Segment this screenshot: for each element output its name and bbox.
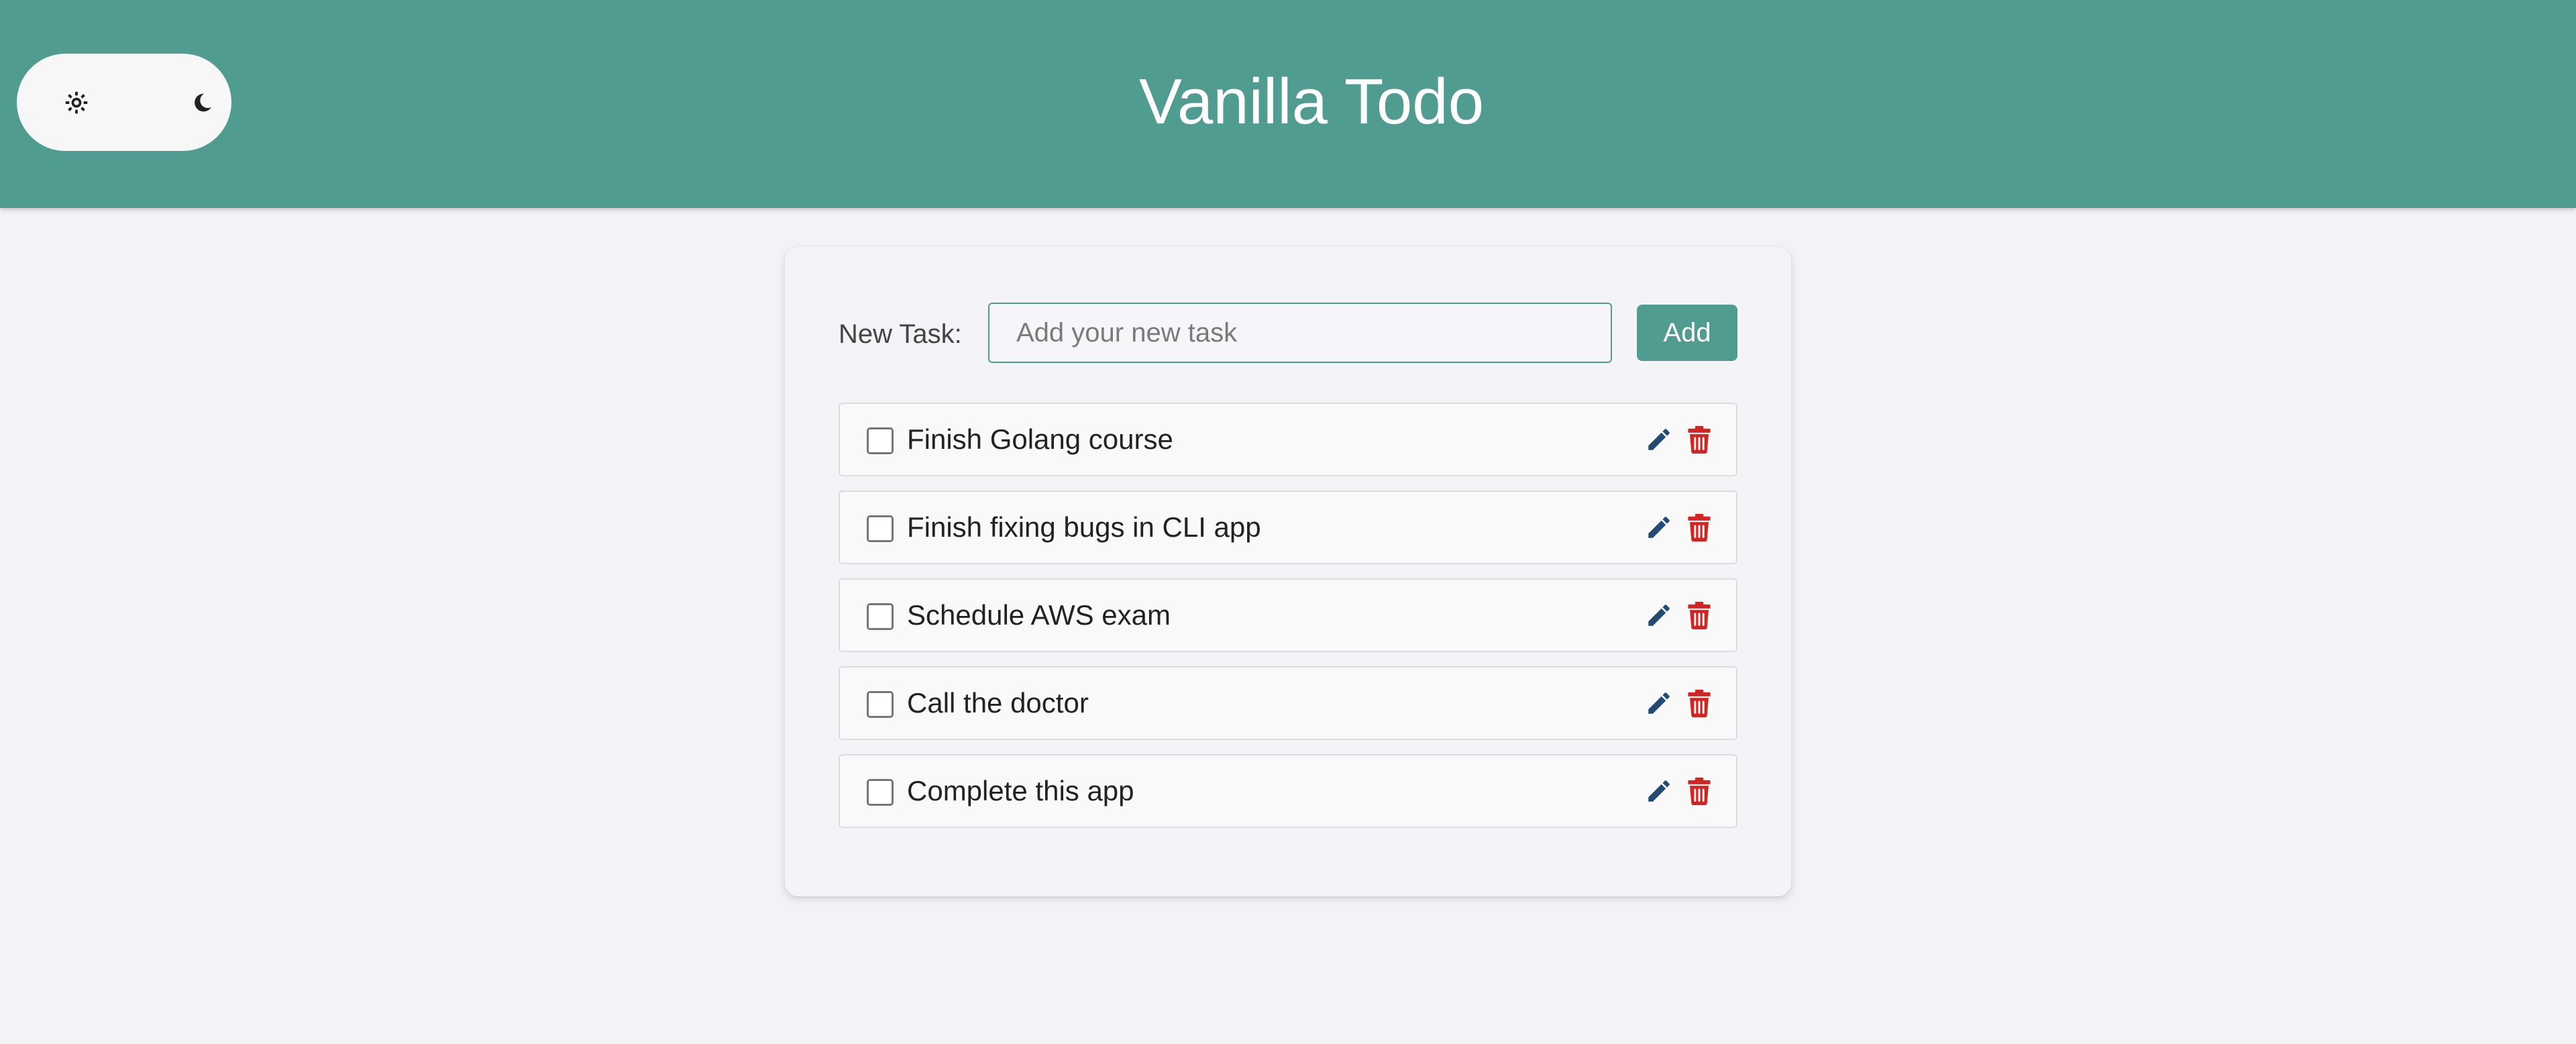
- task-text: Finish fixing bugs in CLI app: [907, 511, 1261, 543]
- task-checkbox[interactable]: [867, 779, 894, 806]
- task-text: Call the doctor: [907, 687, 1089, 719]
- trash-icon[interactable]: [1687, 777, 1711, 805]
- app-header: Vanilla Todo: [0, 0, 2576, 208]
- pencil-icon[interactable]: [1645, 601, 1673, 629]
- task-checkbox[interactable]: [867, 691, 894, 718]
- task-list: Finish Golang course Finish fixing bugs …: [839, 403, 1737, 842]
- task-item: Complete this app: [839, 754, 1737, 828]
- todo-card: New Task: Add Finish Golang course Finis…: [785, 247, 1791, 896]
- task-item: Finish fixing bugs in CLI app: [839, 490, 1737, 564]
- new-task-input[interactable]: [988, 303, 1612, 363]
- pencil-icon[interactable]: [1645, 513, 1673, 541]
- task-text: Complete this app: [907, 775, 1134, 806]
- pencil-icon[interactable]: [1645, 425, 1673, 454]
- trash-icon[interactable]: [1687, 689, 1711, 717]
- task-item: Schedule AWS exam: [839, 578, 1737, 652]
- app-title: Vanilla Todo: [1138, 66, 1485, 138]
- task-checkbox[interactable]: [867, 603, 894, 630]
- trash-icon[interactable]: [1687, 601, 1711, 629]
- task-item: Call the doctor: [839, 666, 1737, 740]
- trash-icon[interactable]: [1687, 513, 1711, 541]
- pencil-icon[interactable]: [1645, 777, 1673, 805]
- task-checkbox[interactable]: [867, 515, 894, 542]
- add-task-button[interactable]: Add: [1637, 305, 1737, 361]
- pencil-icon[interactable]: [1645, 689, 1673, 717]
- trash-icon[interactable]: [1687, 425, 1711, 454]
- task-checkbox[interactable]: [867, 427, 894, 454]
- new-task-label: New Task:: [839, 319, 962, 349]
- task-text: Finish Golang course: [907, 423, 1173, 455]
- task-text: Schedule AWS exam: [907, 599, 1171, 631]
- task-item: Finish Golang course: [839, 403, 1737, 476]
